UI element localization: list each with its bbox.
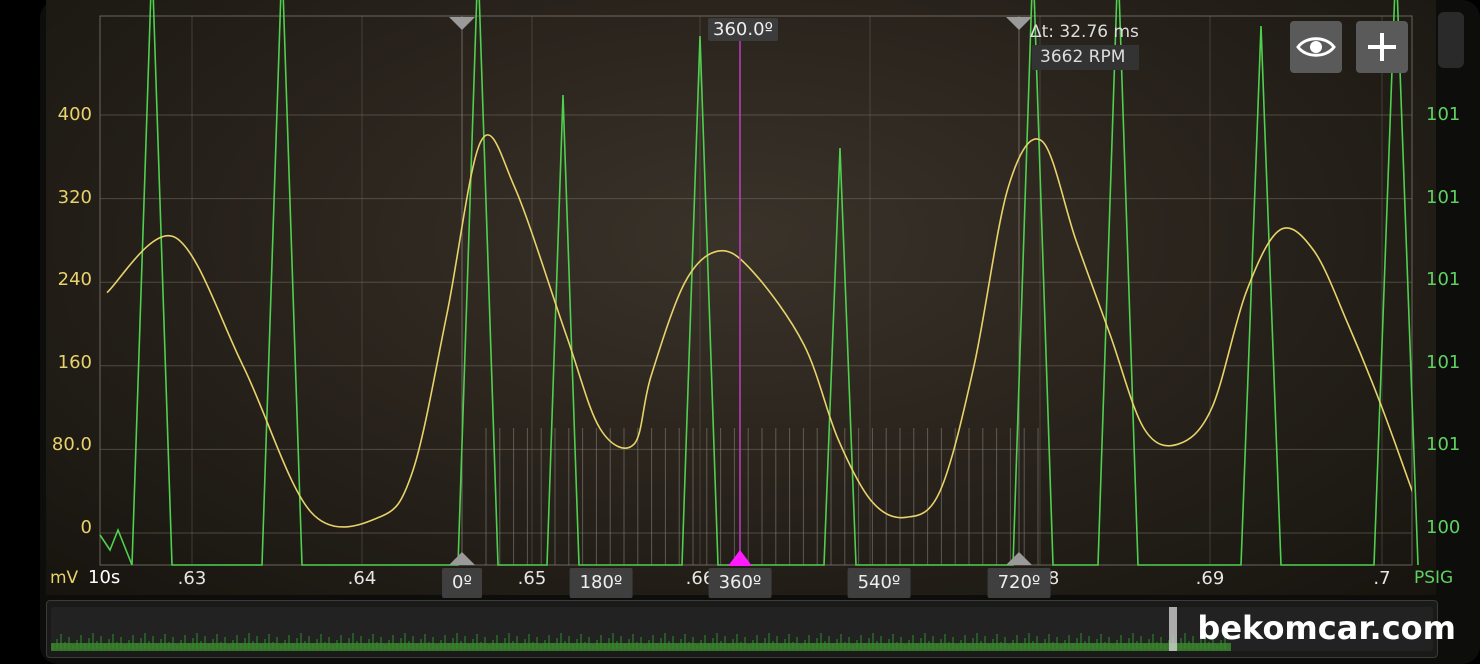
visibility-button[interactable] bbox=[1290, 21, 1342, 73]
measurement-readout: Δt: 32.76 ms 3662 RPM bbox=[1030, 20, 1139, 70]
degree-marker-0[interactable]: 0º bbox=[442, 568, 482, 598]
left-ytick: 240 bbox=[57, 269, 92, 290]
eye-icon bbox=[1296, 37, 1336, 57]
plot-border bbox=[99, 15, 1413, 566]
right-ytick: 101 bbox=[1426, 104, 1461, 125]
right-ytick: 101 bbox=[1426, 352, 1461, 373]
left-axis-unit: mV bbox=[50, 568, 79, 588]
left-ytick: 160 bbox=[57, 352, 92, 373]
plus-icon bbox=[1368, 33, 1396, 61]
rpm-value: 3662 RPM bbox=[1032, 45, 1139, 70]
right-ytick: 100 bbox=[1426, 517, 1461, 538]
degree-marker-360[interactable]: 360º bbox=[708, 568, 772, 598]
degree-handle-top bbox=[1006, 17, 1032, 30]
right-ytick: 101 bbox=[1426, 434, 1461, 455]
delta-time: Δt: 32.76 ms bbox=[1030, 22, 1139, 42]
right-axis-unit: PSIG bbox=[1414, 568, 1454, 588]
x-tick: .65 bbox=[517, 568, 547, 589]
right-ytick: 101 bbox=[1426, 187, 1461, 208]
x-tick: .7 bbox=[1373, 568, 1391, 589]
degree-handle-top bbox=[449, 17, 475, 30]
watermark: bekomcar.com bbox=[1197, 609, 1456, 647]
scope-chart bbox=[99, 0, 1419, 566]
left-ytick: 400 bbox=[57, 104, 92, 125]
x-tick: .63 bbox=[177, 568, 207, 589]
degree-marker-720[interactable]: 720º bbox=[987, 568, 1051, 598]
overview-window bbox=[1169, 607, 1177, 651]
degree-handle-bottom bbox=[449, 552, 475, 565]
x-tick: .69 bbox=[1195, 568, 1225, 589]
cursor-label[interactable]: 360.0º bbox=[708, 18, 779, 41]
overview-fill bbox=[51, 643, 1231, 651]
add-button[interactable] bbox=[1356, 21, 1408, 73]
degree-marker-180[interactable]: 180º bbox=[569, 568, 633, 598]
degree-marker-540[interactable]: 540º bbox=[847, 568, 911, 598]
left-ytick: 80.0 bbox=[51, 434, 92, 455]
right-ytick: 101 bbox=[1426, 269, 1461, 290]
x-tick: .64 bbox=[347, 568, 377, 589]
left-ytick: 0 bbox=[80, 517, 92, 538]
left-ytick: 320 bbox=[57, 187, 92, 208]
time-window-label: 10s bbox=[88, 567, 121, 588]
